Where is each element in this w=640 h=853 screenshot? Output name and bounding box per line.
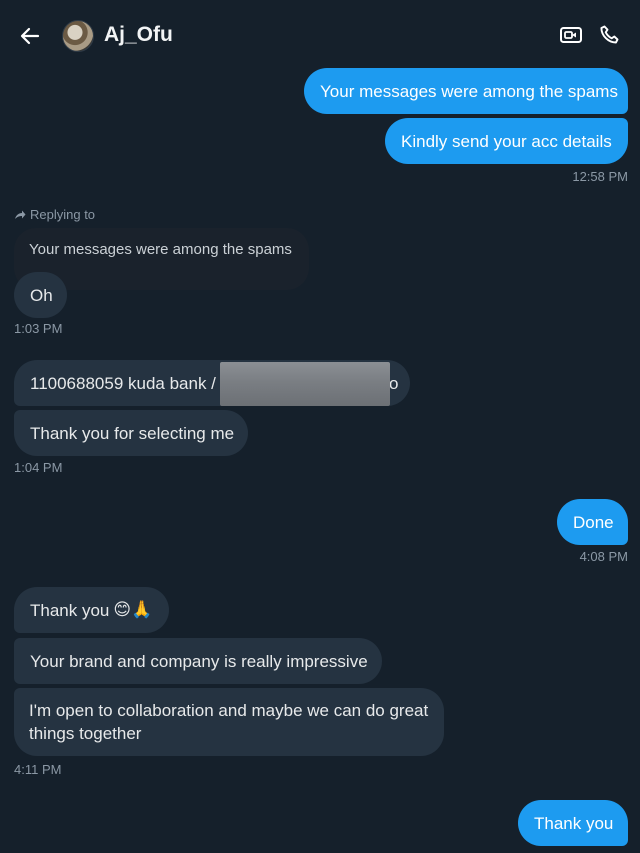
message-bubble-incoming[interactable]: I'm open to collaboration and maybe we c… bbox=[14, 688, 444, 756]
replying-to-text: Replying to bbox=[30, 207, 96, 222]
message-bubble-outgoing[interactable]: Thank you bbox=[518, 800, 628, 846]
message-text-tail: o bbox=[389, 374, 399, 393]
redaction-blur bbox=[220, 362, 390, 406]
message-text: Thank you bbox=[30, 600, 110, 620]
message-timestamp: 4:08 PM bbox=[579, 549, 628, 564]
message-timestamp: 1:03 PM bbox=[14, 321, 63, 336]
conversation-title[interactable]: Aj_Ofu bbox=[104, 23, 173, 47]
message-bubble-outgoing[interactable]: Your messages were among the spams bbox=[304, 68, 628, 114]
message-timestamp: 4:11 PM bbox=[14, 762, 62, 777]
message-bubble-outgoing[interactable]: Done bbox=[557, 499, 628, 545]
message-bubble-incoming[interactable]: Your brand and company is really impress… bbox=[14, 638, 382, 684]
dm-conversation-screen: Aj_Ofu Your messages were among the spam… bbox=[0, 0, 640, 853]
back-arrow-icon[interactable] bbox=[18, 24, 42, 48]
message-bubble-incoming[interactable]: Thank you 😊🙏 bbox=[14, 587, 169, 633]
message-bubble-incoming[interactable]: Thank you for selecting me bbox=[14, 410, 248, 456]
message-timestamp: 12:58 PM bbox=[572, 169, 628, 184]
message-bubble-incoming[interactable]: Oh bbox=[14, 272, 67, 318]
phone-call-icon[interactable] bbox=[598, 23, 622, 47]
reply-arrow-icon bbox=[15, 210, 26, 219]
replying-to-label: Replying to bbox=[14, 207, 95, 222]
avatar[interactable] bbox=[62, 20, 94, 52]
message-text: 1100688059 kuda bank / bbox=[30, 373, 216, 393]
message-bubble-outgoing[interactable]: Kindly send your acc details bbox=[385, 118, 628, 164]
message-timestamp: 1:04 PM bbox=[14, 460, 63, 475]
conversation-header: Aj_Ofu bbox=[0, 0, 640, 70]
emoji-smile-pray: 😊🙏 bbox=[113, 599, 153, 620]
video-call-icon[interactable] bbox=[559, 24, 583, 46]
